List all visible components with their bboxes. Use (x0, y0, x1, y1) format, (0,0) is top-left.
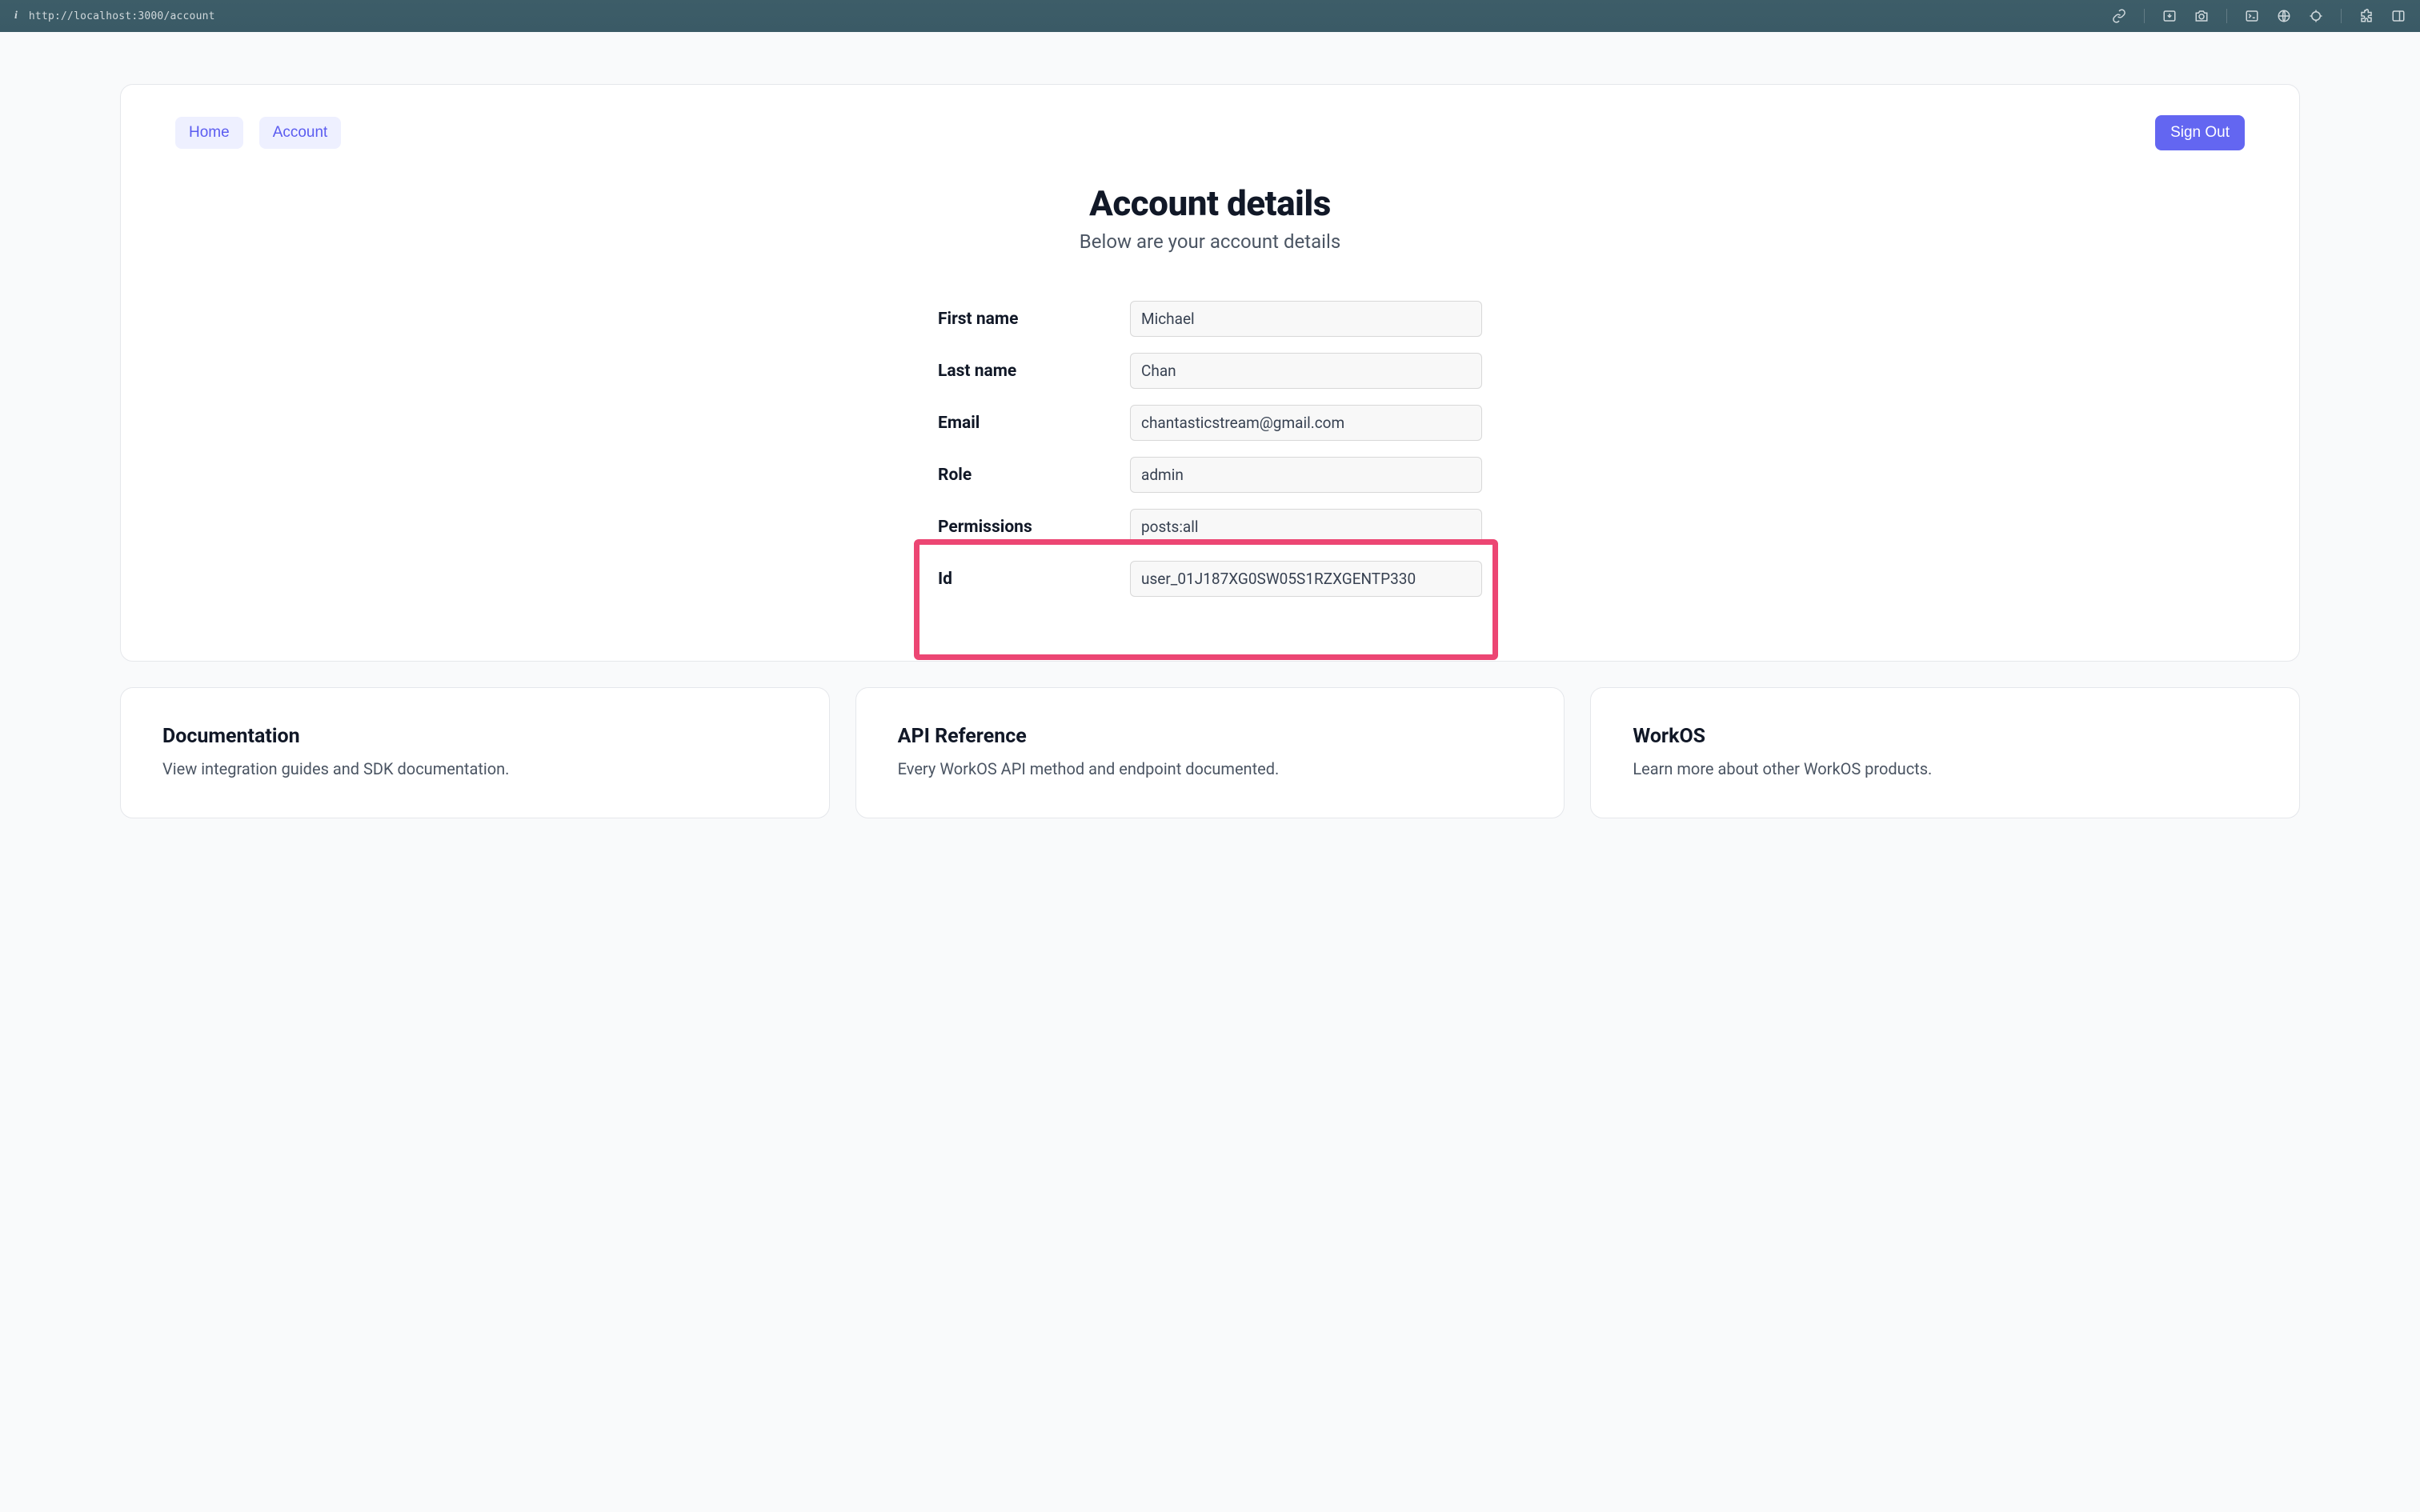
documentation-desc: View integration guides and SDK document… (162, 758, 787, 781)
workos-desc: Learn more about other WorkOS products. (1633, 758, 2258, 781)
email-row: Email (938, 405, 1482, 441)
browser-toolbar-right (2112, 9, 2406, 23)
id-label: Id (938, 570, 1114, 589)
info-icon[interactable]: i (14, 10, 18, 22)
role-input[interactable] (1130, 457, 1482, 493)
first-name-label: First name (938, 310, 1114, 329)
email-label: Email (938, 414, 1114, 433)
api-reference-card[interactable]: API Reference Every WorkOS API method an… (855, 687, 1565, 818)
panel-icon[interactable] (2391, 9, 2406, 23)
account-link[interactable]: Account (259, 117, 342, 149)
highlight-annotation (914, 539, 1498, 660)
role-row: Role (938, 457, 1482, 493)
permissions-input[interactable] (1130, 509, 1482, 545)
id-row: Id (938, 561, 1482, 597)
link-icon[interactable] (2112, 9, 2126, 23)
email-input[interactable] (1130, 405, 1482, 441)
browser-toolbar-left: i http://localhost:3000/account (14, 10, 215, 22)
nav-links: Home Account (175, 117, 341, 149)
globe-icon[interactable] (2277, 9, 2291, 23)
id-input[interactable] (1130, 561, 1482, 597)
home-link[interactable]: Home (175, 117, 243, 149)
camera-icon[interactable] (2194, 9, 2209, 23)
extension-icon[interactable] (2359, 9, 2374, 23)
toolbar-divider (2226, 9, 2227, 23)
documentation-card[interactable]: Documentation View integration guides an… (120, 687, 830, 818)
account-form: First name Last name Email Role Permissi… (938, 301, 1482, 597)
last-name-label: Last name (938, 362, 1114, 381)
page-subtitle: Below are your account details (175, 230, 2245, 253)
last-name-row: Last name (938, 353, 1482, 389)
toolbar-divider (2341, 9, 2342, 23)
sign-out-button[interactable]: Sign Out (2155, 115, 2245, 150)
page-title: Account details (175, 182, 2245, 224)
terminal-icon[interactable] (2245, 9, 2259, 23)
permissions-label: Permissions (938, 518, 1114, 537)
first-name-row: First name (938, 301, 1482, 337)
toolbar-divider (2144, 9, 2145, 23)
documentation-title: Documentation (162, 725, 787, 748)
first-name-input[interactable] (1130, 301, 1482, 337)
address-bar[interactable]: http://localhost:3000/account (29, 10, 215, 22)
download-icon[interactable] (2162, 9, 2177, 23)
browser-toolbar: i http://localhost:3000/account (0, 0, 2420, 32)
page-content: Home Account Sign Out Account details Be… (0, 32, 2420, 850)
workos-title: WorkOS (1633, 725, 2258, 748)
last-name-input[interactable] (1130, 353, 1482, 389)
target-icon[interactable] (2309, 9, 2323, 23)
permissions-row: Permissions (938, 509, 1482, 545)
workos-card[interactable]: WorkOS Learn more about other WorkOS pro… (1590, 687, 2300, 818)
nav-bar: Home Account Sign Out (175, 115, 2245, 150)
info-cards: Documentation View integration guides an… (120, 687, 2300, 818)
account-card: Home Account Sign Out Account details Be… (120, 84, 2300, 662)
api-reference-desc: Every WorkOS API method and endpoint doc… (898, 758, 1523, 781)
role-label: Role (938, 466, 1114, 485)
api-reference-title: API Reference (898, 725, 1523, 748)
